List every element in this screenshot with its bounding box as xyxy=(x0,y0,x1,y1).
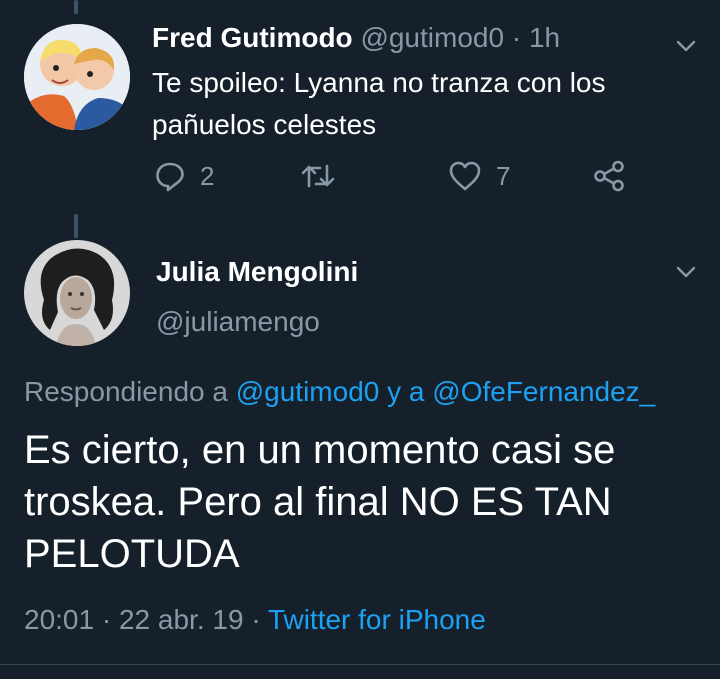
reply-mention-1[interactable]: @gutimod0 xyxy=(236,376,380,407)
retweet-button[interactable] xyxy=(300,160,336,192)
reply-mention-2[interactable]: @OfeFernandez_ xyxy=(432,376,655,407)
tweet1-separator: · xyxy=(511,22,522,53)
reply-button[interactable]: 2 xyxy=(154,160,214,192)
tweet2-handle[interactable]: @juliamengo xyxy=(156,306,320,338)
thread-line-top xyxy=(74,0,78,14)
like-count: 7 xyxy=(496,160,511,191)
like-button[interactable]: 7 xyxy=(448,160,510,192)
replying-prefix: Respondiendo a xyxy=(24,376,228,407)
chevron-down-icon[interactable] xyxy=(674,260,698,284)
avatar-julia[interactable] xyxy=(24,240,130,346)
tweet1-time[interactable]: 1h xyxy=(529,22,560,53)
avatar-fred-image xyxy=(24,24,130,130)
thread-line-middle xyxy=(74,214,78,238)
tweet1-text: Te spoileo: Lyanna no tranza con los pañ… xyxy=(152,67,606,140)
tweet1-display-name[interactable]: Fred Gutimodo xyxy=(152,22,353,53)
share-button[interactable] xyxy=(592,160,626,192)
share-icon xyxy=(594,160,624,192)
divider xyxy=(0,664,720,665)
replying-to: Respondiendo a @gutimod0 y a @OfeFernand… xyxy=(24,376,655,408)
tweet2-meta: 20:01 · 22 abr. 19 · Twitter for iPhone xyxy=(24,604,486,636)
tweet1-actions: 2 7 xyxy=(152,160,672,200)
meta-separator: · xyxy=(251,604,261,635)
tweet2-source[interactable]: Twitter for iPhone xyxy=(268,604,486,635)
tweet1-header: Fred Gutimodo @gutimod0 · 1h xyxy=(152,22,560,54)
like-icon xyxy=(449,161,481,191)
tweet2-time: 20:01 xyxy=(24,604,95,635)
retweet-icon xyxy=(301,164,335,188)
tweet2-text: Es cierto, en un momento casi se troskea… xyxy=(24,428,616,576)
meta-separator: · xyxy=(101,604,112,635)
avatar-fred[interactable] xyxy=(24,24,130,130)
tweet2-date: 22 abr. 19 xyxy=(118,604,244,635)
reply-icon xyxy=(156,162,184,192)
tweet2-display-name[interactable]: Julia Mengolini xyxy=(156,256,358,288)
chevron-down-icon[interactable] xyxy=(674,34,698,58)
reply-conjunction: y a xyxy=(387,376,425,407)
reply-count: 2 xyxy=(200,160,215,191)
avatar-julia-image xyxy=(24,240,130,346)
tweet1-handle[interactable]: @gutimod0 xyxy=(360,22,504,53)
